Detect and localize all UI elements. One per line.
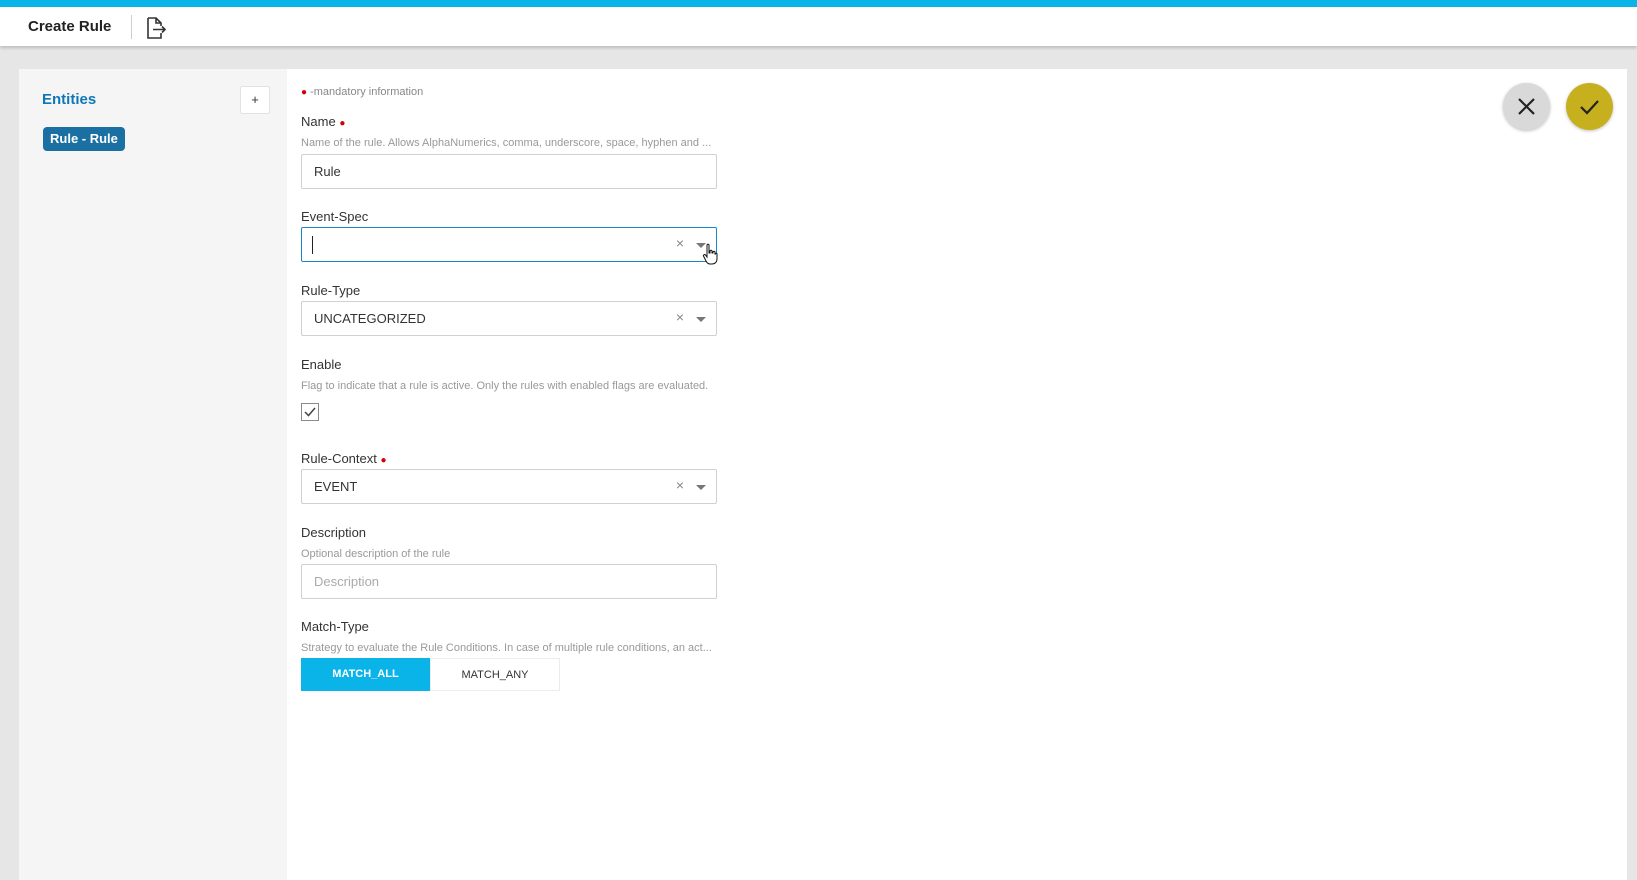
event-spec-select[interactable]: ×: [301, 227, 717, 262]
rule-context-label: Rule-Context ●: [301, 451, 387, 466]
match-type-label: Match-Type: [301, 619, 369, 634]
entities-title: Entities: [42, 91, 97, 108]
rule-type-value: UNCATEGORIZED: [314, 311, 426, 326]
name-input[interactable]: Rule: [301, 154, 717, 189]
page-title: Create Rule: [28, 18, 112, 35]
rule-type-dropdown-arrow-icon[interactable]: [696, 317, 706, 322]
required-dot-icon: ●: [339, 118, 346, 129]
event-spec-label: Event-Spec: [301, 209, 369, 224]
rule-context-select[interactable]: EVENT ×: [301, 469, 717, 504]
match-any-option[interactable]: MATCH_ANY: [430, 658, 560, 691]
rule-context-dropdown-arrow-icon[interactable]: [696, 485, 706, 490]
name-hint: Name of the rule. Allows AlphaNumerics, …: [301, 137, 712, 149]
main-panel: Entities + Rule - Rule ● -mandatory info…: [19, 69, 1627, 880]
cancel-button[interactable]: [1503, 83, 1550, 130]
rule-type-label: Rule-Type: [301, 283, 361, 298]
rule-type-clear-icon[interactable]: ×: [676, 309, 684, 325]
entity-chip-rule[interactable]: Rule - Rule: [43, 127, 125, 151]
mandatory-note: ● -mandatory information: [301, 86, 424, 98]
event-spec-clear-icon[interactable]: ×: [676, 235, 684, 251]
file-export-icon[interactable]: [143, 16, 167, 40]
name-value: Rule: [314, 164, 341, 179]
entities-sidebar: Entities + Rule - Rule: [19, 69, 287, 880]
description-label: Description: [301, 525, 367, 540]
match-type-hint: Strategy to evaluate the Rule Conditions…: [301, 642, 712, 654]
description-placeholder: Description: [314, 574, 380, 589]
close-icon: [1518, 98, 1535, 115]
required-dot-icon: ●: [301, 87, 308, 98]
required-dot-icon: ●: [380, 455, 387, 466]
match-all-option[interactable]: MATCH_ALL: [301, 658, 430, 691]
description-input[interactable]: Description: [301, 564, 717, 599]
hand-pointer-cursor-icon: [702, 243, 718, 270]
text-caret: [312, 236, 313, 254]
check-icon: [1580, 100, 1599, 115]
rule-context-value: EVENT: [314, 479, 358, 494]
add-entity-button[interactable]: +: [240, 86, 270, 114]
enable-checkbox[interactable]: [301, 403, 319, 421]
checkmark-icon: [304, 407, 316, 417]
rule-type-select[interactable]: UNCATEGORIZED ×: [301, 301, 717, 336]
enable-label: Enable: [301, 357, 342, 372]
top-accent-bar: [0, 0, 1637, 7]
confirm-button[interactable]: [1566, 83, 1613, 130]
enable-hint: Flag to indicate that a rule is active. …: [301, 380, 709, 392]
rule-context-clear-icon[interactable]: ×: [676, 477, 684, 493]
description-hint: Optional description of the rule: [301, 548, 451, 560]
header-divider: [131, 15, 132, 39]
page-header: Create Rule: [0, 7, 1637, 46]
match-type-toggle: MATCH_ALL MATCH_ANY: [301, 658, 560, 691]
name-label: Name ●: [301, 114, 346, 129]
